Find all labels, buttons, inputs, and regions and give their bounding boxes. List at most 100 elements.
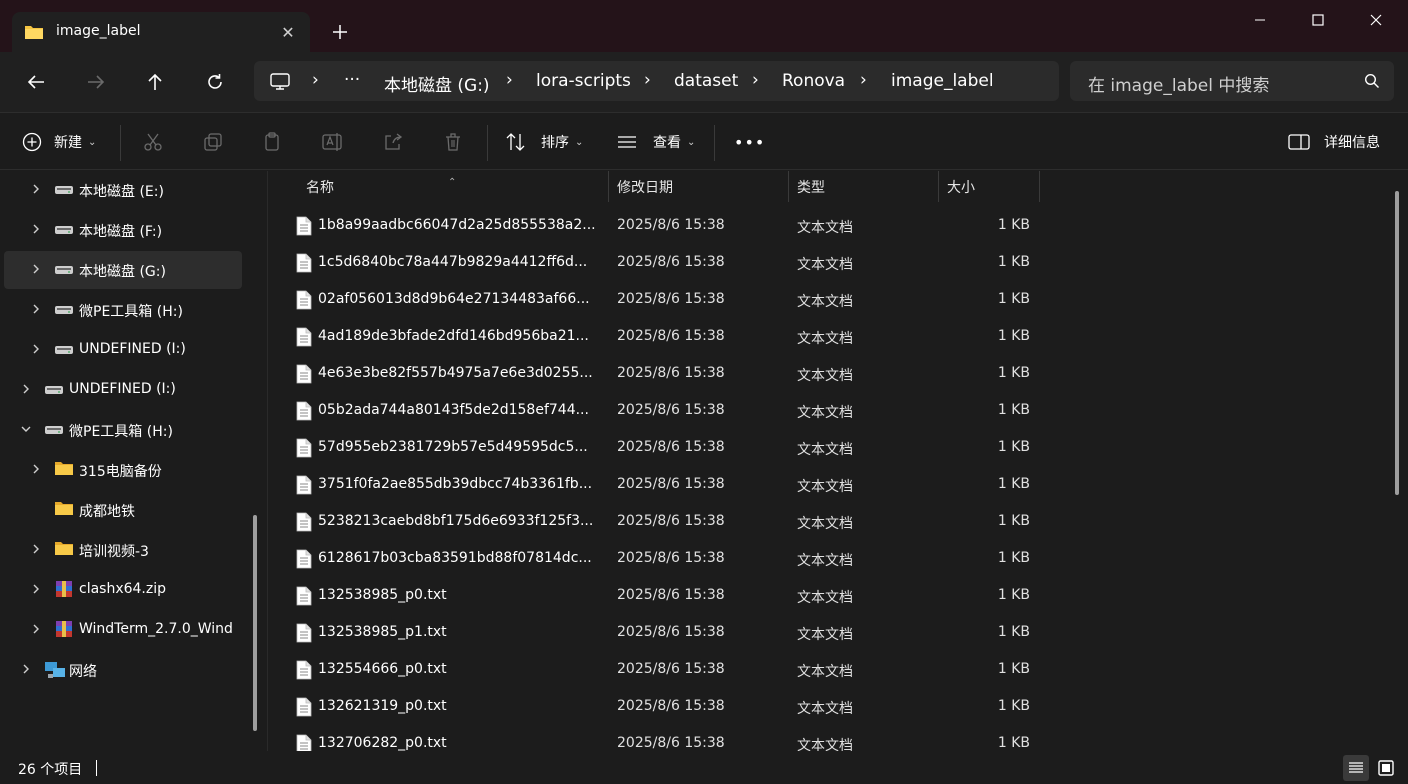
file-row[interactable]: 05b2ada744a80143f5de2d158ef744... 2025/8/… xyxy=(268,393,1308,430)
close-window-button[interactable] xyxy=(1348,6,1404,34)
file-row[interactable]: 6128617b03cba83591bd88f07814dc... 2025/8/… xyxy=(268,541,1308,578)
sidebar-item[interactable]: 本地磁盘 (G:) xyxy=(4,251,242,289)
breadcrumb-drive-g[interactable]: 本地磁盘 (G:) xyxy=(384,71,490,96)
sidebar-item-label: 本地磁盘 (E:) xyxy=(79,184,164,200)
sidebar-item[interactable]: 网络 xyxy=(4,651,242,689)
file-type: 文本文档 xyxy=(797,516,853,532)
breadcrumb-separator[interactable]: › xyxy=(860,70,867,90)
address-bar[interactable]: › ··· 本地磁盘 (G:) › lora-scripts › dataset… xyxy=(254,61,1059,101)
new-tab-button[interactable] xyxy=(326,18,354,46)
search-input[interactable]: 在 image_label 中搜索 xyxy=(1070,61,1394,101)
breadcrumb-more[interactable]: ··· xyxy=(344,70,360,90)
sidebar-item[interactable]: 本地磁盘 (F:) xyxy=(4,211,242,249)
file-type: 文本文档 xyxy=(797,590,853,606)
chevron-right-icon[interactable] xyxy=(28,341,44,357)
chevron-right-icon[interactable] xyxy=(18,381,34,397)
column-header-name[interactable]: 名称 ⌃ xyxy=(268,171,608,203)
close-tab-icon[interactable]: ✕ xyxy=(276,20,300,44)
vertical-scrollbar[interactable] xyxy=(1395,191,1399,495)
sidebar-item[interactable]: 微PE工具箱 (H:) xyxy=(4,291,242,329)
file-row[interactable]: 4ad189de3bfade2dfd146bd956ba21... 2025/8/… xyxy=(268,319,1308,356)
file-row[interactable]: 02af056013d8d9b64e27134483af66... 2025/8/… xyxy=(268,282,1308,319)
breadcrumb-image-label[interactable]: image_label xyxy=(891,71,994,91)
breadcrumb-separator[interactable]: › xyxy=(752,70,759,90)
cut-icon[interactable] xyxy=(141,130,165,154)
text-file-icon xyxy=(296,438,312,462)
sidebar-item[interactable]: 培训视频-3 xyxy=(4,531,242,569)
column-divider[interactable] xyxy=(1039,171,1040,202)
file-row[interactable]: 57d955eb2381729b57e5d49595dc5... 2025/8/6… xyxy=(268,430,1308,467)
file-size: 1 KB xyxy=(997,328,1030,344)
details-view-button[interactable] xyxy=(1343,755,1369,781)
breadcrumb-separator[interactable]: › xyxy=(312,70,319,90)
minimize-button[interactable] xyxy=(1232,6,1288,34)
sidebar-item[interactable]: 成都地铁 xyxy=(4,491,242,529)
chevron-down-icon: ⌄ xyxy=(687,136,696,148)
file-row[interactable]: 4e63e3be82f557b4975a7e6e3d0255... 2025/8/… xyxy=(268,356,1308,393)
breadcrumb-dataset[interactable]: dataset xyxy=(674,71,738,91)
chevron-right-icon[interactable] xyxy=(28,181,44,197)
sort-button[interactable]: 排序 ⌄ xyxy=(505,127,583,157)
file-row[interactable]: 132554666_p0.txt 2025/8/6 15:38 文本文档 1 KB xyxy=(268,652,1308,689)
file-row[interactable]: 1c5d6840bc78a447b9829a4412ff6d... 2025/8/… xyxy=(268,245,1308,282)
file-modified: 2025/8/6 15:38 xyxy=(617,513,725,529)
chevron-down-icon[interactable] xyxy=(18,421,34,437)
file-row[interactable]: 132538985_p1.txt 2025/8/6 15:38 文本文档 1 KB xyxy=(268,615,1308,652)
chevron-right-icon[interactable] xyxy=(28,221,44,237)
maximize-button[interactable] xyxy=(1290,6,1346,34)
chevron-right-icon[interactable] xyxy=(28,541,44,557)
file-row[interactable]: 132621319_p0.txt 2025/8/6 15:38 文本文档 1 KB xyxy=(268,689,1308,726)
paste-icon[interactable] xyxy=(261,130,285,154)
chevron-right-icon[interactable] xyxy=(28,621,44,637)
refresh-button[interactable] xyxy=(199,66,231,98)
new-button[interactable]: 新建 ⌄ xyxy=(22,127,96,157)
sidebar-item[interactable]: 315电脑备份 xyxy=(4,451,242,489)
breadcrumb-separator[interactable]: › xyxy=(644,70,651,90)
sidebar-item[interactable]: 本地磁盘 (E:) xyxy=(4,171,242,209)
chevron-right-icon[interactable] xyxy=(28,581,44,597)
more-options-button[interactable]: ••• xyxy=(734,127,765,157)
drive-icon xyxy=(54,263,74,281)
file-row[interactable]: 1b8a99aadbc66047d2a25d855538a2... 2025/8/… xyxy=(268,208,1308,245)
sidebar-item[interactable]: UNDEFINED (I:) xyxy=(4,371,242,409)
breadcrumb-separator[interactable]: › xyxy=(506,70,513,90)
folder-icon xyxy=(54,500,74,518)
back-button[interactable] xyxy=(20,66,52,98)
file-modified: 2025/8/6 15:38 xyxy=(617,735,725,751)
text-file-icon xyxy=(296,401,312,425)
column-modified-label: 修改日期 xyxy=(617,180,673,196)
sidebar-item[interactable]: 微PE工具箱 (H:) xyxy=(4,411,242,449)
column-header-modified[interactable]: 修改日期 xyxy=(609,171,789,203)
tab-image-label[interactable]: image_label ✕ xyxy=(12,12,310,52)
file-name: 1c5d6840bc78a447b9829a4412ff6d... xyxy=(318,254,588,270)
share-icon[interactable] xyxy=(381,130,405,154)
breadcrumb-lora-scripts[interactable]: lora-scripts xyxy=(536,71,631,91)
sidebar-item[interactable]: clashx64.zip xyxy=(4,571,242,609)
breadcrumb-ronova[interactable]: Ronova xyxy=(782,71,845,91)
sidebar-item[interactable]: WindTerm_2.7.0_Wind xyxy=(4,611,242,649)
column-header-type[interactable]: 类型 xyxy=(789,171,939,203)
sidebar-item[interactable]: UNDEFINED (I:) xyxy=(4,331,242,369)
file-row[interactable]: 3751f0fa2ae855db39dbcc74b3361fb... 2025/8… xyxy=(268,467,1308,504)
text-file-icon xyxy=(296,586,312,610)
column-header-size[interactable]: 大小 xyxy=(939,171,1039,203)
chevron-right-icon[interactable] xyxy=(18,661,34,677)
details-pane-button[interactable]: 详细信息 xyxy=(1288,127,1380,157)
view-button[interactable]: 查看 ⌄ xyxy=(617,127,695,157)
chevron-right-icon[interactable] xyxy=(28,301,44,317)
large-icons-view-button[interactable] xyxy=(1373,755,1399,781)
drive-icon xyxy=(44,423,64,441)
chevron-right-icon[interactable] xyxy=(28,461,44,477)
delete-icon[interactable] xyxy=(441,130,465,154)
status-divider xyxy=(96,760,97,776)
copy-icon[interactable] xyxy=(201,130,225,154)
forward-button[interactable] xyxy=(80,66,112,98)
rename-icon[interactable] xyxy=(321,130,345,154)
search-icon xyxy=(1364,73,1380,93)
up-button[interactable] xyxy=(139,66,171,98)
chevron-right-icon[interactable] xyxy=(28,261,44,277)
sidebar-scrollbar[interactable] xyxy=(253,515,257,731)
file-row[interactable]: 132538985_p0.txt 2025/8/6 15:38 文本文档 1 KB xyxy=(268,578,1308,615)
file-row[interactable]: 5238213caebd8bf175d6e6933f125f3... 2025/8… xyxy=(268,504,1308,541)
file-modified: 2025/8/6 15:38 xyxy=(617,476,725,492)
